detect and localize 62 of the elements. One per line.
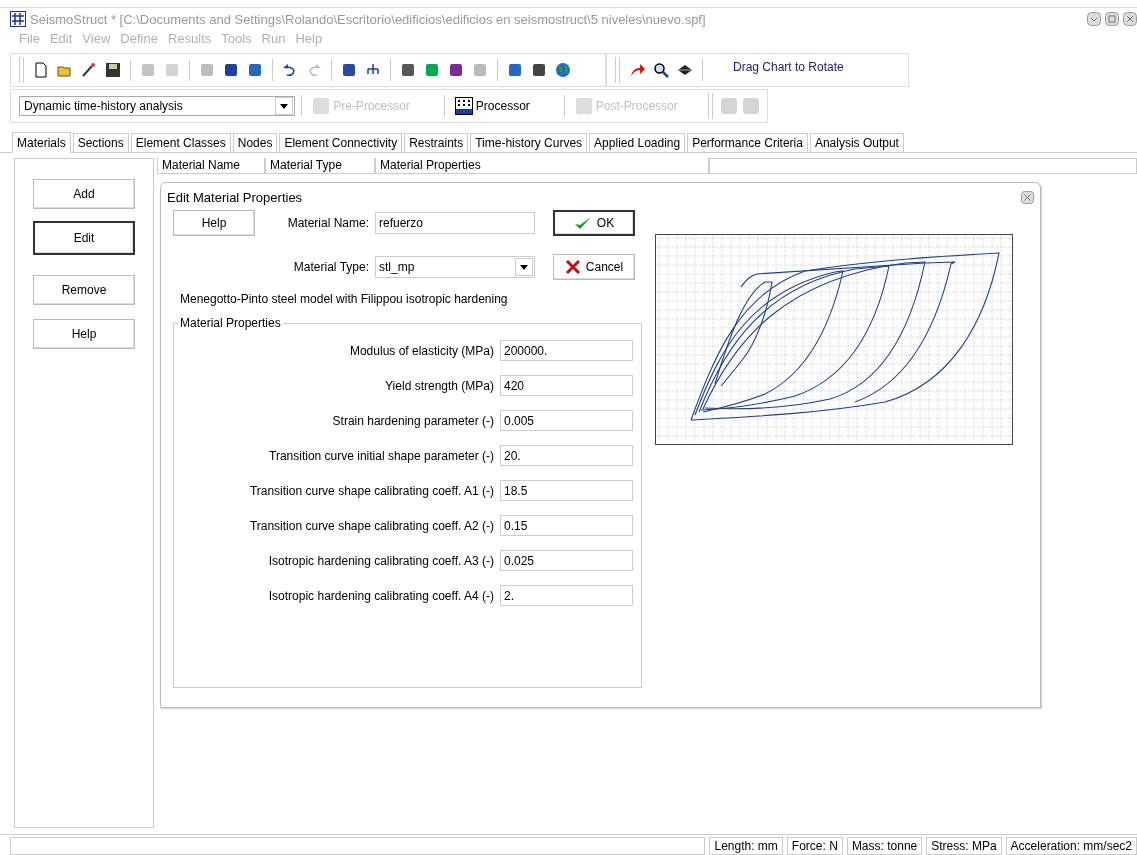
tab[interactable]: Nodes [232,133,278,152]
close-icon[interactable] [1021,190,1034,204]
property-label: Isotropic hardening calibrating coeff. A4 (-) [267,588,495,603]
status-cell: Mass: tonne [846,837,923,855]
tab[interactable]: Performance Criteria [687,133,808,152]
property-label: Transition curve shape calibrating coeff. A2 (-) [248,518,495,533]
side-button[interactable]: Edit [33,221,135,255]
material-name-field[interactable]: refuerzo [375,211,535,234]
property-field[interactable]: 420 [500,375,633,396]
column-header[interactable]: Material Name [157,158,265,174]
cross-icon [564,259,581,275]
property-field[interactable]: 0.005 [500,410,633,431]
restore-icon[interactable] [1105,12,1119,26]
side-button[interactable]: Add [33,179,135,209]
property-field[interactable]: 18.5 [500,480,633,501]
property-field[interactable]: 200000. [500,340,633,361]
property-field[interactable]: 0.15 [500,515,633,536]
tab[interactable]: Sections [72,133,129,152]
app-icon [10,11,26,27]
status-cell: Stress: MPa [926,837,1002,855]
group-title: Material Properties [179,316,282,330]
side-button[interactable]: Remove [33,275,135,305]
field-label: Material Type: [292,260,370,274]
dialog-title: Edit Material Properties [167,189,303,205]
tab[interactable]: Applied Loading [589,133,686,152]
tab[interactable]: Materials [12,132,71,153]
close-icon[interactable] [1123,12,1137,26]
caret-icon [280,103,289,109]
cancel-button[interactable]: Cancel [553,254,635,280]
property-label: Isotropic hardening calibrating coeff. A3 (-) [267,553,495,568]
window-title: SeismoStruct * [C:\Documents and Settings\Rolando\Escritorio\edificios\edificios en seismostruct\5 niveles\nuevo.spf] [30,11,707,27]
property-field[interactable]: 2. [500,585,633,606]
tab[interactable]: Time-history Curves [470,133,588,152]
caret-icon [520,264,528,270]
toolbar-hint: Drag Chart to Rotate [733,60,844,74]
minimize-icon[interactable] [1087,12,1101,26]
column-header[interactable]: Material Properties [375,158,709,174]
field-label: Material Name: [286,215,370,230]
tab[interactable]: Restraints [404,133,469,152]
status-cell: Acceleration: mm/sec2 [1005,837,1137,855]
analysis-type-dropdown[interactable]: Dynamic time-history analysis [19,96,296,116]
checkmark-icon [573,215,592,231]
module-button[interactable]: Processor [450,97,534,115]
property-label: Transition curve shape calibrating coeff. A1 (-) [248,483,495,498]
property-field[interactable]: 0.025 [500,550,633,571]
help-button[interactable]: Help [173,209,255,236]
property-label: Yield strength (MPa) [384,378,495,393]
binary-icon [454,97,473,115]
tab[interactable]: Element Connectivity [279,133,403,152]
status-cell: Length: mm [709,837,783,855]
model-description: Menegotto-Pinto steel model with Filippou isotropic hardening [180,292,509,306]
column-header[interactable]: Material Type [265,158,375,174]
property-field[interactable]: 20. [500,445,633,466]
property-label: Transition curve initial shape parameter (-) [268,448,495,463]
ok-button[interactable]: OK [553,210,635,236]
tab[interactable]: Analysis Output [809,133,904,152]
tab[interactable]: Element Classes [130,133,231,152]
property-label: Modulus of elasticity (MPa) [348,343,495,358]
side-button[interactable]: Help [33,319,135,349]
material-type-dropdown[interactable]: stl_mp [375,256,535,278]
status-cell: Force: N [786,837,843,855]
property-label: Strain hardening parameter (-) [331,413,495,428]
